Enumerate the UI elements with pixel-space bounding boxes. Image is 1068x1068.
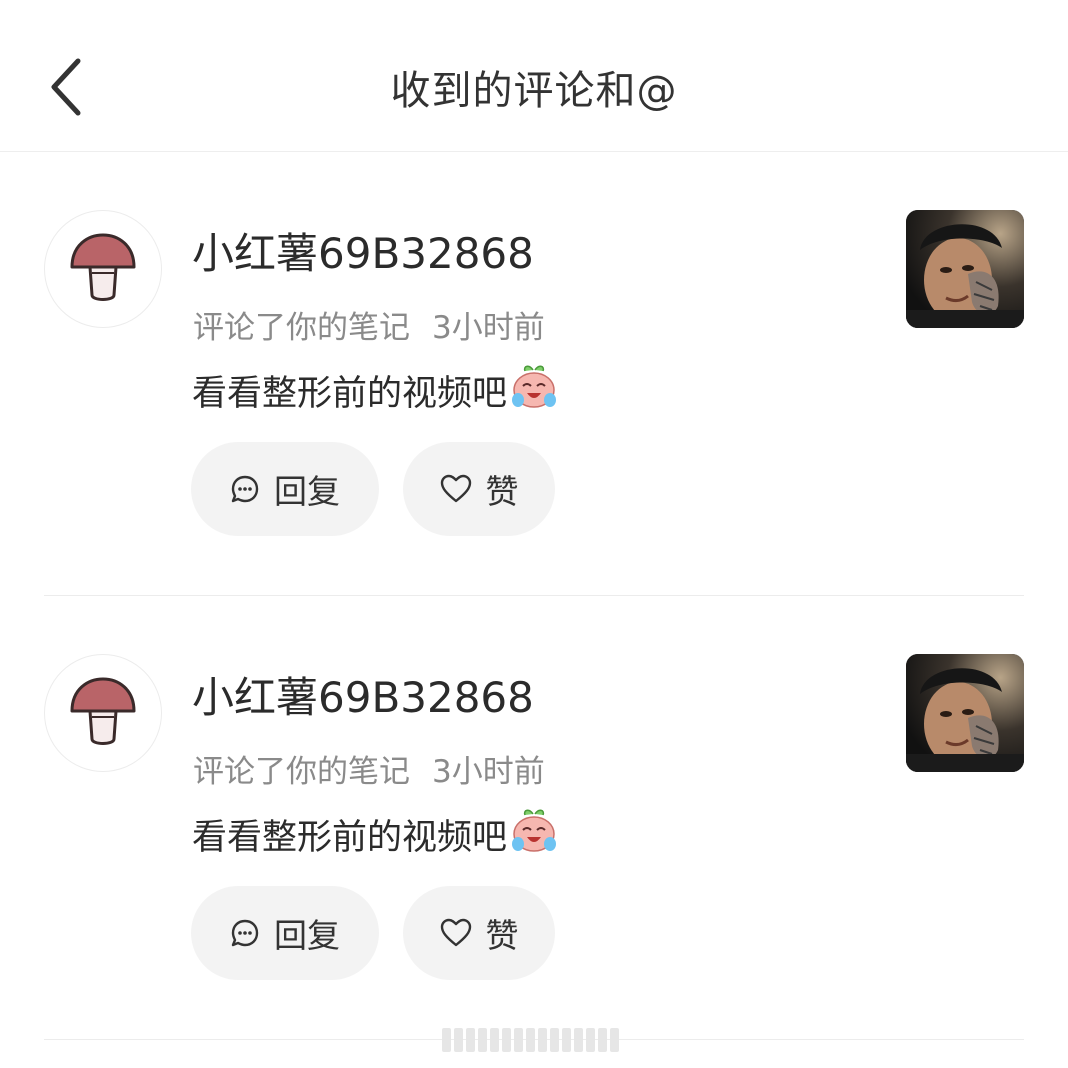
- comment-meta: 评论了你的笔记 3小时前: [193, 746, 545, 791]
- like-button[interactable]: 赞: [403, 442, 555, 536]
- comment-text: 看看整形前的视频吧: [192, 374, 508, 414]
- action-text: 评论了你的笔记: [193, 754, 410, 790]
- comment-text-row: 看看整形前的视频吧: [192, 806, 559, 863]
- reply-button[interactable]: 回复: [191, 886, 379, 980]
- comment-item[interactable]: 小红薯69B32868 评论了你的笔记 3小时前 看看整形前的视频吧 回复 赞: [0, 596, 1068, 1040]
- heart-icon: [440, 918, 472, 948]
- portrait-thumbnail-image: [906, 654, 1024, 772]
- top-bar: 收到的评论和@: [0, 0, 1068, 152]
- page-title: 收到的评论和@: [390, 68, 678, 114]
- user-avatar[interactable]: [44, 654, 162, 772]
- like-label: 赞: [485, 916, 519, 955]
- comment-item[interactable]: 小红薯69B32868 评论了你的笔记 3小时前 看看整形前的视频吧 回复 赞: [0, 152, 1068, 596]
- crying-laughing-peach-emoji-icon: [509, 806, 559, 863]
- comments-page: 收到的评论和@ 小红薯69B32868 评论了你的笔记 3小时前 看看整形前的视频…: [0, 0, 1068, 1068]
- mushroom-avatar-icon: [70, 233, 136, 301]
- portrait-thumbnail-image: [906, 210, 1024, 328]
- note-thumbnail[interactable]: [906, 654, 1024, 772]
- reply-label: 回复: [274, 472, 340, 511]
- heart-icon: [440, 474, 472, 504]
- username[interactable]: 小红薯69B32868: [192, 220, 534, 281]
- comment-text-row: 看看整形前的视频吧: [192, 362, 559, 419]
- comment-meta: 评论了你的笔记 3小时前: [193, 302, 545, 347]
- timestamp: 3小时前: [432, 754, 545, 790]
- timestamp: 3小时前: [432, 310, 545, 346]
- action-text: 评论了你的笔记: [193, 310, 410, 346]
- like-label: 赞: [485, 472, 519, 511]
- username[interactable]: 小红薯69B32868: [192, 664, 534, 725]
- chat-bubble-icon: [230, 474, 260, 504]
- user-avatar[interactable]: [44, 210, 162, 328]
- reply-label: 回复: [274, 916, 340, 955]
- chat-bubble-icon: [230, 918, 260, 948]
- watermark: [440, 1022, 620, 1058]
- comment-text: 看看整形前的视频吧: [192, 818, 508, 858]
- mushroom-avatar-icon: [70, 677, 136, 745]
- note-thumbnail[interactable]: [906, 210, 1024, 328]
- reply-button[interactable]: 回复: [191, 442, 379, 536]
- like-button[interactable]: 赞: [403, 886, 555, 980]
- crying-laughing-peach-emoji-icon: [509, 362, 559, 419]
